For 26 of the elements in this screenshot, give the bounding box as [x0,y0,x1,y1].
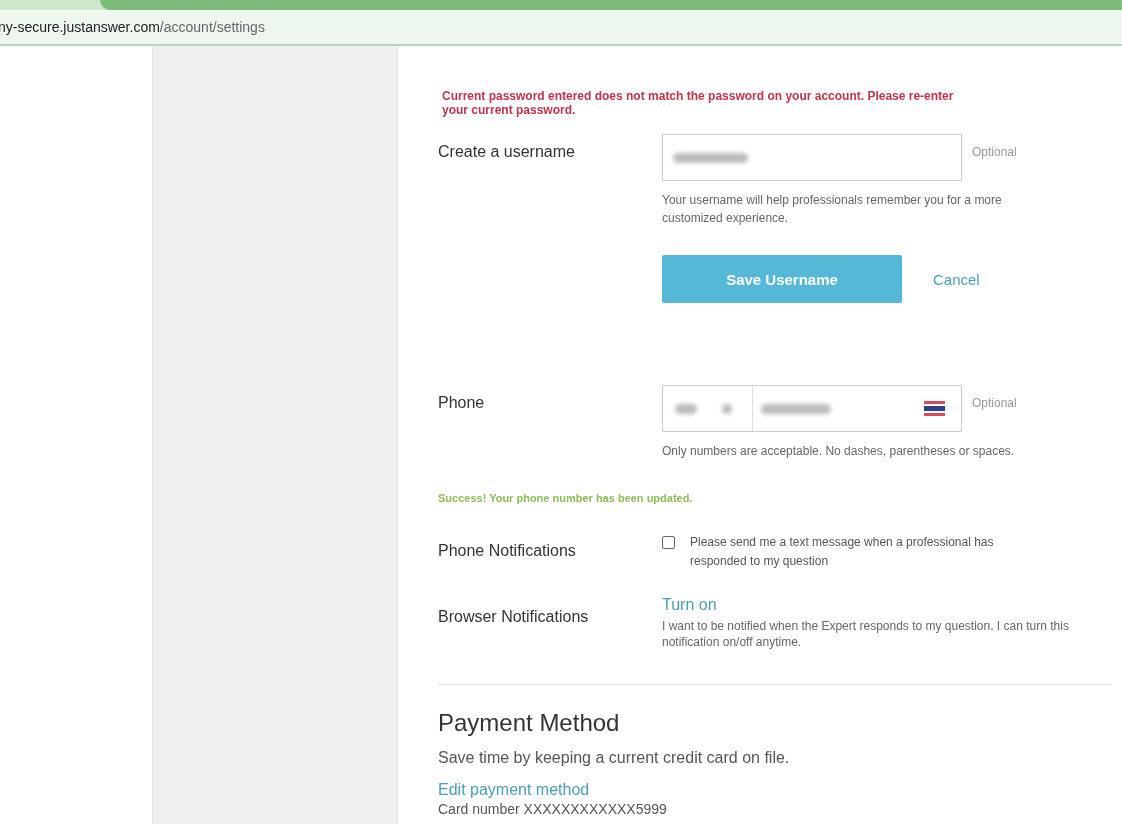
optional-label: Optional [972,144,1017,159]
save-username-button[interactable]: Save Username [662,255,902,303]
field-label: Phone [438,393,486,412]
checkbox-label: Please send me a text message when a professional has responded to my question [690,534,995,570]
field-label: Phone Notifications [438,541,577,560]
username-field[interactable] [662,134,962,181]
help-text: I want to be notified when the Expert responds to my question. I can turn this notification on/off anytime. [662,618,1070,650]
redacted-value [722,403,732,414]
section-description: Save time by keeping a current credit card on file. [438,749,791,767]
field-label: Browser Notifications [438,607,590,626]
section-title: Payment Method [438,709,621,737]
field-label: Create a username [438,142,576,161]
edit-payment-link[interactable]: Edit payment method [438,781,590,799]
phone-field[interactable] [662,385,962,432]
redacted-value [761,403,831,414]
optional-label: Optional [972,395,1017,410]
help-text: Your username will help professionals remember you for a more customized experience. [662,192,1003,227]
help-text: Only numbers are acceptable. No dashes, parentheses or spaces. [662,443,1015,460]
redacted-value [675,403,697,414]
sms-checkbox[interactable] [662,536,675,549]
turn-on-link[interactable]: Turn on [662,596,717,613]
card-number: Card number XXXXXXXXXXXX5999 [438,801,668,817]
error-message: Current password entered does not match the password on your account. Please re-enter your current password. [442,89,955,117]
success-message: Success! Your phone number has been updated. [438,492,694,504]
cancel-link[interactable]: Cancel [933,270,980,288]
flag-icon[interactable] [924,401,945,416]
